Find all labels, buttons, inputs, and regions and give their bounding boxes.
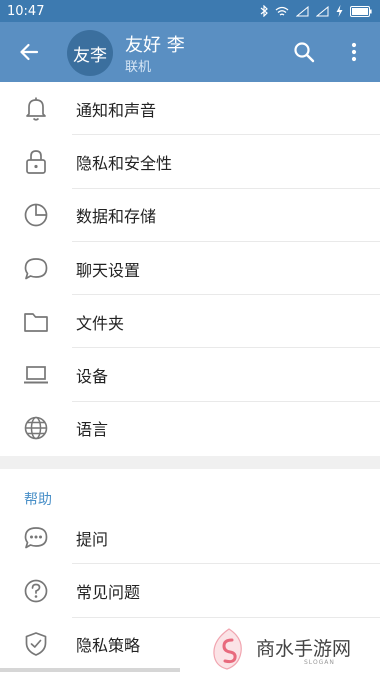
- settings-item-notifications[interactable]: 通知和声音: [0, 82, 380, 136]
- lock-icon: [22, 148, 50, 176]
- settings-item-devices[interactable]: 设备: [0, 348, 380, 402]
- settings-item-label: 通知和声音: [76, 100, 157, 120]
- globe-icon: [22, 414, 50, 442]
- user-name: 友好 李: [125, 35, 185, 56]
- status-icons: [260, 5, 372, 17]
- settings-item-chat-settings[interactable]: 聊天设置: [0, 242, 380, 296]
- help-item-ask-question[interactable]: 提问: [0, 511, 380, 565]
- settings-list: 通知和声音 隐私和安全性 数据和存储 聊天设置 文件夹 设备 语言: [0, 82, 380, 455]
- signal-icon: [316, 5, 329, 16]
- chat-dots-icon: [22, 524, 50, 552]
- settings-item-privacy[interactable]: 隐私和安全性: [0, 135, 380, 189]
- help-item-label: 提问: [76, 529, 109, 549]
- shield-check-icon: [22, 630, 50, 658]
- settings-item-label: 数据和存储: [76, 207, 157, 227]
- more-vertical-icon: [351, 42, 357, 62]
- more-options-button[interactable]: [342, 38, 366, 66]
- section-divider: [0, 456, 380, 469]
- search-icon: [294, 42, 315, 63]
- bell-icon: [22, 95, 50, 123]
- settings-item-label: 文件夹: [76, 313, 125, 333]
- help-item-label: 常见问题: [76, 582, 141, 602]
- settings-item-label: 隐私和安全性: [76, 153, 173, 173]
- pie-chart-icon: [22, 201, 50, 229]
- help-item-faq[interactable]: 常见问题: [0, 564, 380, 618]
- laptop-icon: [22, 361, 50, 389]
- charging-icon: [336, 5, 343, 17]
- help-item-label: 隐私策略: [76, 636, 141, 656]
- settings-item-label: 聊天设置: [76, 260, 141, 280]
- back-button[interactable]: [14, 38, 44, 66]
- watermark-logo-icon: [213, 628, 242, 670]
- chat-bubble-icon: [22, 255, 50, 283]
- settings-item-folders[interactable]: 文件夹: [0, 295, 380, 349]
- folder-icon: [22, 308, 50, 336]
- signal-icon: [296, 5, 309, 16]
- watermark-text: 商水手游网: [256, 638, 352, 660]
- avatar[interactable]: 友李: [67, 30, 113, 76]
- user-status: 联机: [125, 60, 152, 75]
- settings-item-label: 语言: [76, 420, 109, 440]
- status-bar: 10:47: [0, 0, 380, 22]
- status-time: 10:47: [7, 3, 45, 19]
- bluetooth-icon: [260, 5, 268, 17]
- bottom-scroll-edge: [0, 668, 180, 672]
- watermark-subtext: SLOGAN: [304, 659, 335, 666]
- settings-item-language[interactable]: 语言: [0, 402, 380, 455]
- wifi-icon: [275, 6, 289, 16]
- search-button[interactable]: [290, 38, 318, 66]
- settings-item-label: 设备: [76, 367, 109, 387]
- battery-icon: [350, 5, 372, 17]
- settings-item-data-storage[interactable]: 数据和存储: [0, 189, 380, 242]
- question-icon: [22, 577, 50, 605]
- watermark: 商水手游网 SLOGAN: [208, 626, 376, 672]
- help-section-title: 帮助: [24, 492, 52, 508]
- app-bar: 友李 友好 李 联机: [0, 22, 380, 82]
- arrow-left-icon: [20, 43, 39, 61]
